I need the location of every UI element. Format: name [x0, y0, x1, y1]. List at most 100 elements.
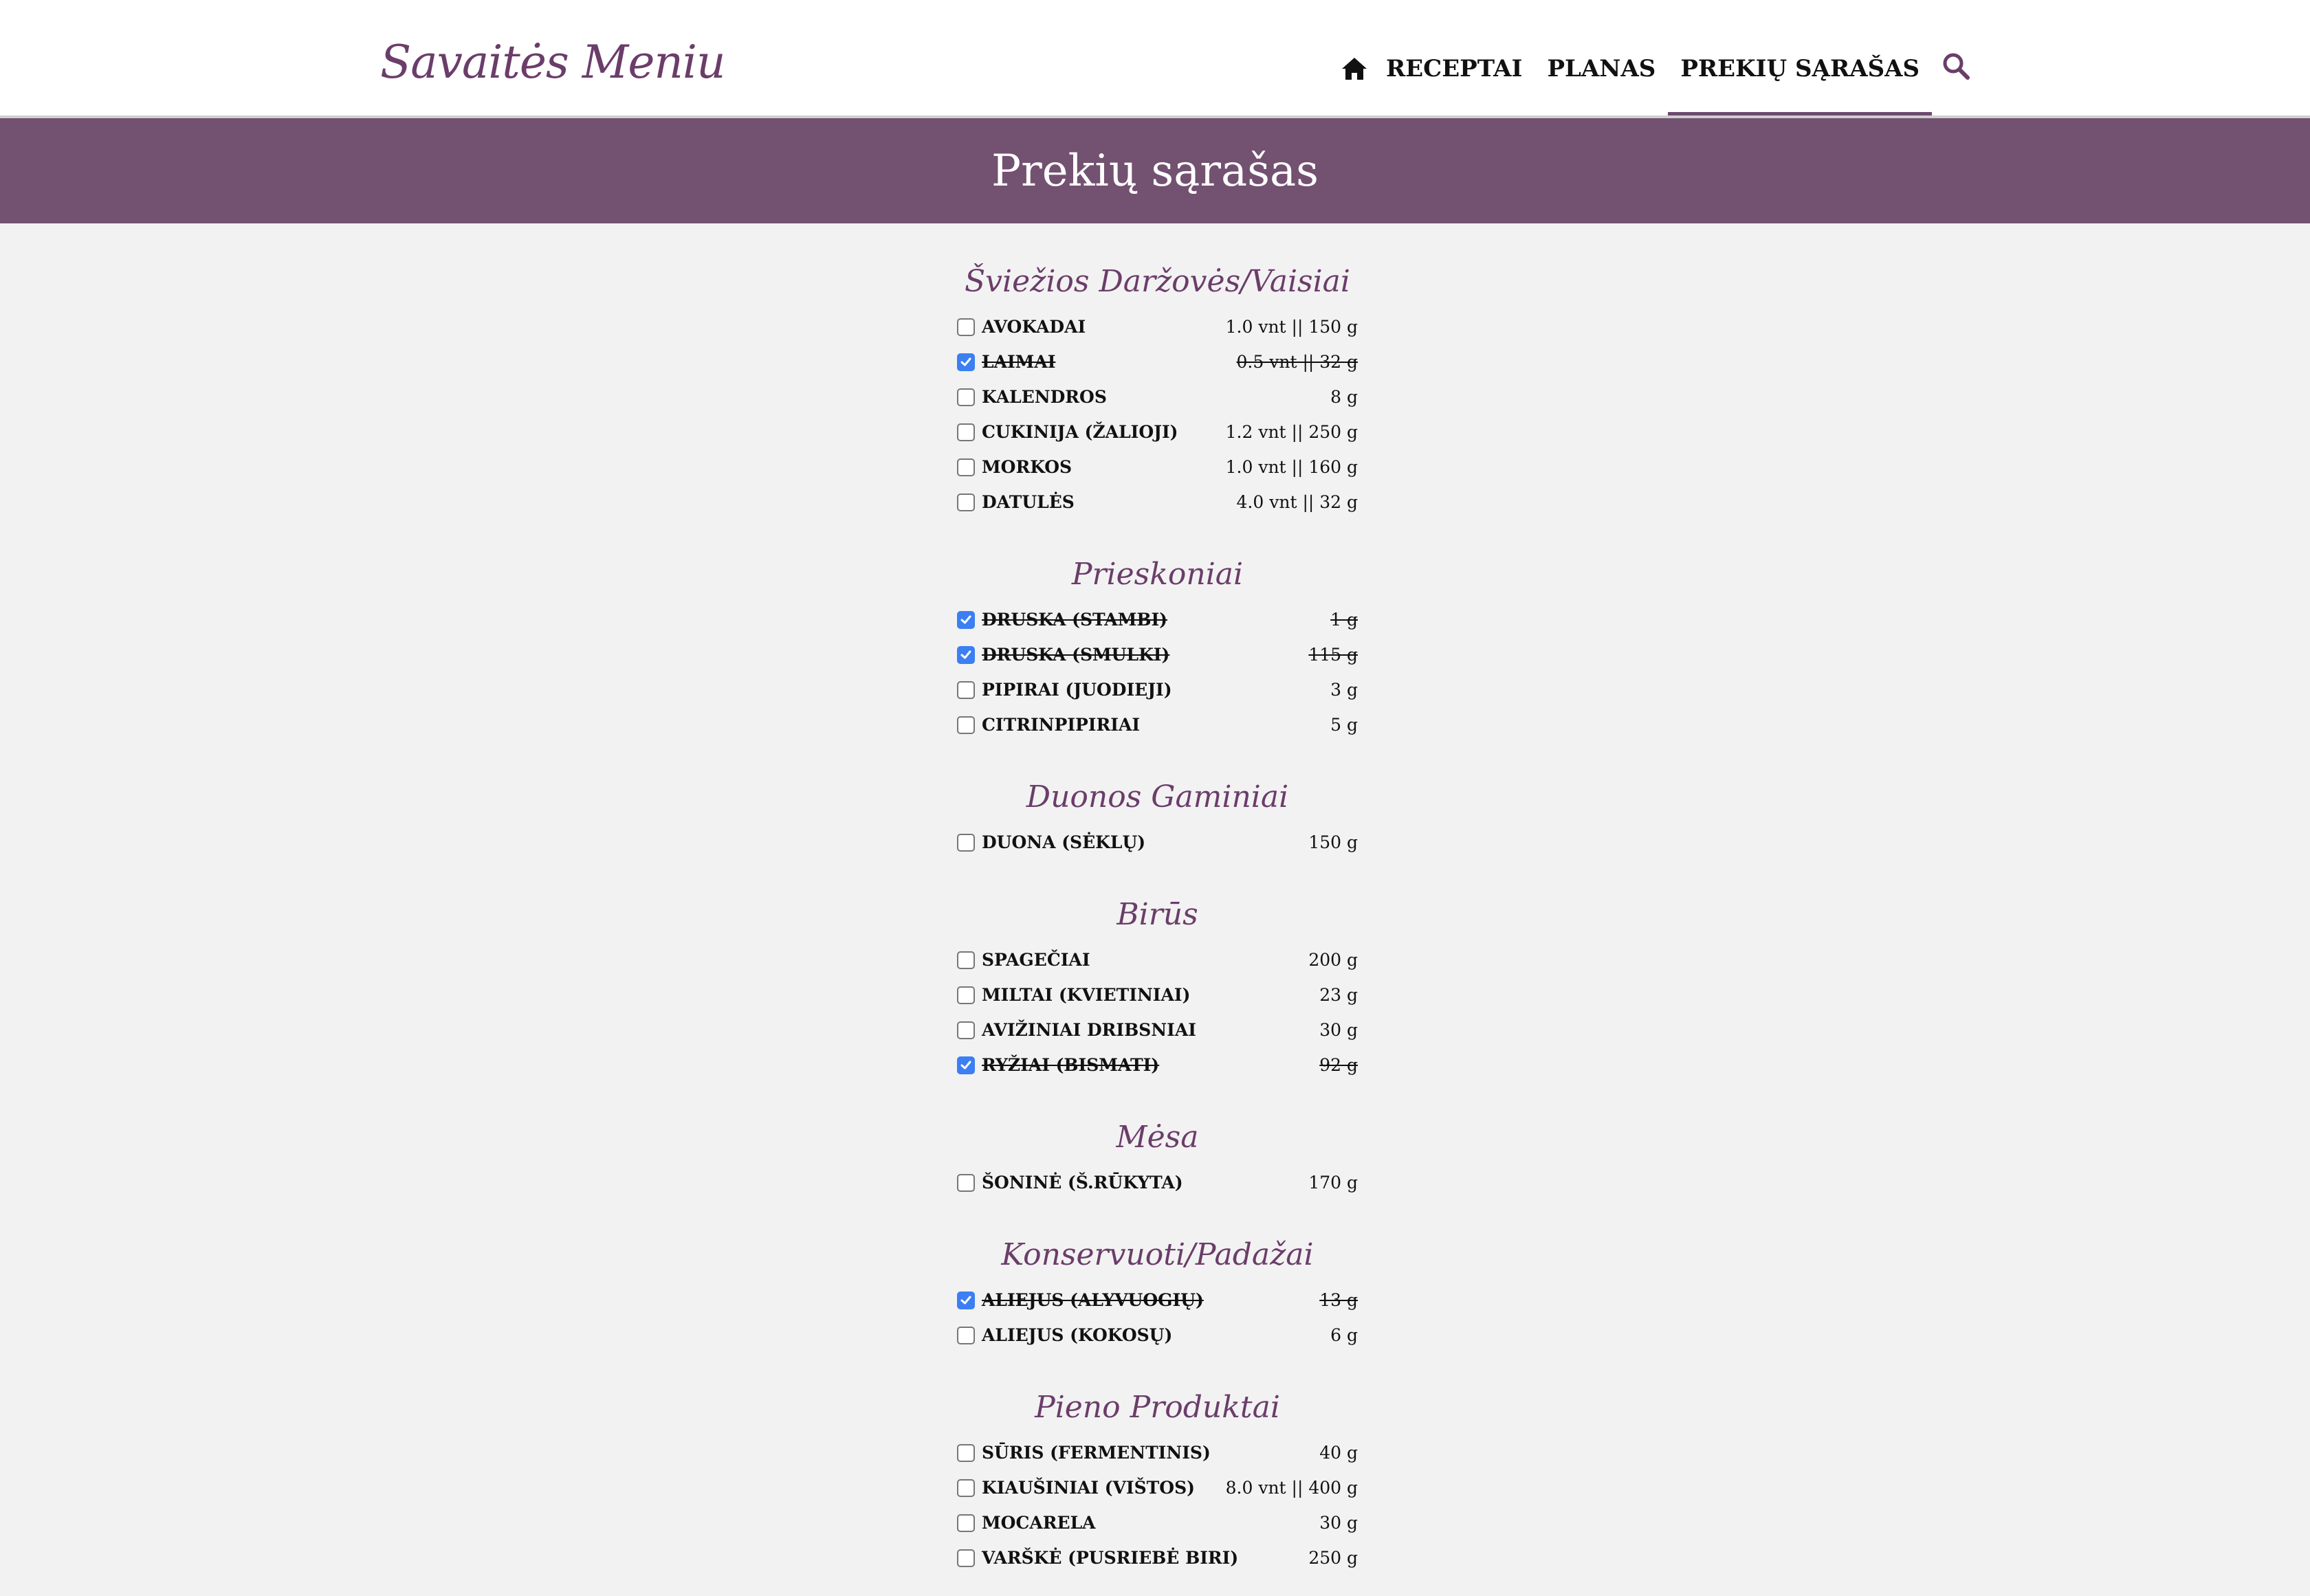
list-item: PIPIRAI (JUODIEJI) 3 g — [957, 672, 1358, 707]
item-checkbox[interactable] — [957, 833, 975, 852]
item-name[interactable]: AVOKADAI — [982, 317, 1226, 337]
item-name[interactable]: DUONA (SĖKLŲ) — [982, 832, 1308, 852]
item-checkbox[interactable] — [957, 645, 975, 664]
item-checkbox[interactable] — [957, 1326, 975, 1344]
item-quantity: 30 g — [1319, 1020, 1358, 1040]
item-checkbox[interactable] — [957, 1021, 975, 1039]
item-quantity: 30 g — [1319, 1513, 1358, 1533]
list-section: Pieno Produktai SŪRIS (FERMENTINIS) 40 g KI… — [957, 1373, 1358, 1575]
item-quantity: 5 g — [1330, 715, 1358, 735]
item-name[interactable]: CITRINPIPIRIAI — [982, 715, 1330, 735]
item-name[interactable]: ŠONINĖ (Š.RŪKYTA) — [982, 1173, 1308, 1193]
item-name[interactable]: DRUSKA (SMULKI) — [982, 645, 1308, 665]
list-item: SPAGEČIAI 200 g — [957, 942, 1358, 977]
item-quantity: 1.2 vnt || 250 g — [1225, 422, 1358, 442]
item-name[interactable]: SPAGEČIAI — [982, 950, 1308, 970]
item-quantity: 4.0 vnt || 32 g — [1236, 492, 1358, 512]
item-checkbox[interactable] — [957, 353, 975, 371]
item-name[interactable]: MILTAI (KVIETINIAI) — [982, 985, 1319, 1005]
list-section: Mėsa ŠONINĖ (Š.RŪKYTA) 170 g — [957, 1103, 1358, 1200]
item-checkbox[interactable] — [957, 458, 975, 476]
item-checkbox[interactable] — [957, 1443, 975, 1462]
item-quantity: 250 g — [1308, 1548, 1358, 1568]
item-name[interactable]: DRUSKA (STAMBI) — [982, 610, 1330, 630]
section-title: Birūs — [1116, 897, 1198, 932]
section-title: Konservuoti/Padažai — [1001, 1237, 1314, 1272]
section-title: Duonos Gaminiai — [1026, 779, 1289, 814]
section-title: Pieno Produktai — [1035, 1390, 1280, 1425]
list-item: MILTAI (KVIETINIAI) 23 g — [957, 977, 1358, 1012]
main-nav: RECEPTAI PLANAS PREKIŲ SĄRAŠAS — [1341, 0, 1972, 115]
item-checkbox[interactable] — [957, 318, 975, 336]
list-section: Prieskoniai DRUSKA (STAMBI) 1 g DRUSKA (SMU… — [957, 540, 1358, 742]
item-checkbox[interactable] — [957, 951, 975, 969]
list-item: ALIEJUS (KOKOSŲ) 6 g — [957, 1318, 1358, 1353]
nav-receptai[interactable]: RECEPTAI — [1386, 0, 1522, 115]
item-name[interactable]: VARŠKĖ (PUSRIEBĖ BIRI) — [982, 1548, 1308, 1568]
list-item: VARŠKĖ (PUSRIEBĖ BIRI) 250 g — [957, 1540, 1358, 1575]
section-title: Mėsa — [1116, 1120, 1199, 1155]
list-item: DRUSKA (STAMBI) 1 g — [957, 602, 1358, 637]
item-quantity: 92 g — [1319, 1055, 1358, 1075]
list-item: AVIŽINIAI DRIBSNIAI 30 g — [957, 1012, 1358, 1048]
shopping-list: Šviežios Daržovės/Vaisiai AVOKADAI 1.0 vnt… — [957, 247, 1358, 1596]
item-checkbox[interactable] — [957, 1549, 975, 1567]
list-item: DUONA (SĖKLŲ) 150 g — [957, 825, 1358, 860]
item-quantity: 1.0 vnt || 150 g — [1225, 317, 1358, 337]
item-checkbox[interactable] — [957, 680, 975, 699]
list-section: Konservuoti/Padažai ALIEJUS (ALYVUOGIŲ) 13… — [957, 1221, 1358, 1353]
item-checkbox[interactable] — [957, 610, 975, 629]
item-checkbox[interactable] — [957, 986, 975, 1004]
site-header: Savaitės Meniu RECEPTAI PLANAS PREKIŲ SĄ… — [0, 0, 2310, 118]
item-name[interactable]: MOCARELA — [982, 1513, 1319, 1533]
item-name[interactable]: CUKINIJA (ŽALIOJI) — [982, 422, 1226, 442]
item-checkbox[interactable] — [957, 423, 975, 441]
list-item: DRUSKA (SMULKI) 115 g — [957, 637, 1358, 672]
section-title: Prieskoniai — [1071, 557, 1244, 592]
list-item: RYŽIAI (BISMATI) 92 g — [957, 1048, 1358, 1083]
check-icon — [960, 1061, 971, 1069]
item-name[interactable]: SŪRIS (FERMENTINIS) — [982, 1443, 1319, 1463]
list-item: MORKOS 1.0 vnt || 160 g — [957, 450, 1358, 485]
list-item: CITRINPIPIRIAI 5 g — [957, 707, 1358, 742]
list-item: AVOKADAI 1.0 vnt || 150 g — [957, 309, 1358, 344]
site-logo[interactable]: Savaitės Meniu — [380, 36, 725, 89]
item-checkbox[interactable] — [957, 493, 975, 511]
check-icon — [960, 650, 971, 658]
check-icon — [960, 1296, 971, 1304]
item-name[interactable]: KALENDROS — [982, 387, 1330, 407]
nav-prekiu-sarasas[interactable]: PREKIŲ SĄRAŠAS — [1668, 0, 1932, 115]
item-checkbox[interactable] — [957, 716, 975, 734]
item-name[interactable]: LAIMAI — [982, 352, 1237, 372]
home-icon[interactable] — [1341, 0, 1368, 115]
item-checkbox[interactable] — [957, 1291, 975, 1309]
list-item: DATULĖS 4.0 vnt || 32 g — [957, 485, 1358, 520]
item-quantity: 8 g — [1330, 387, 1358, 407]
item-name[interactable]: PIPIRAI (JUODIEJI) — [982, 680, 1330, 700]
item-checkbox[interactable] — [957, 1056, 975, 1074]
list-item: CUKINIJA (ŽALIOJI) 1.2 vnt || 250 g — [957, 414, 1358, 450]
list-item: ŠONINĖ (Š.RŪKYTA) 170 g — [957, 1165, 1358, 1200]
item-checkbox[interactable] — [957, 1478, 975, 1497]
item-name[interactable]: KIAUŠINIAI (VIŠTOS) — [982, 1478, 1226, 1498]
item-quantity: 40 g — [1319, 1443, 1358, 1463]
item-quantity: 8.0 vnt || 400 g — [1225, 1478, 1358, 1498]
page-banner: Prekių sąrašas — [0, 118, 2310, 223]
list-item: KIAUŠINIAI (VIŠTOS) 8.0 vnt || 400 g — [957, 1470, 1358, 1505]
item-checkbox[interactable] — [957, 1514, 975, 1532]
item-quantity: 23 g — [1319, 985, 1358, 1005]
list-item: MOCARELA 30 g — [957, 1505, 1358, 1540]
item-name[interactable]: ALIEJUS (KOKOSŲ) — [982, 1325, 1330, 1345]
nav-planas[interactable]: PLANAS — [1547, 0, 1656, 115]
item-name[interactable]: RYŽIAI (BISMATI) — [982, 1055, 1319, 1075]
item-name[interactable]: MORKOS — [982, 457, 1226, 477]
search-icon[interactable] — [1942, 0, 1972, 115]
item-quantity: 170 g — [1308, 1173, 1358, 1193]
item-quantity: 3 g — [1330, 680, 1358, 700]
item-checkbox[interactable] — [957, 388, 975, 406]
item-name[interactable]: ALIEJUS (ALYVUOGIŲ) — [982, 1290, 1319, 1310]
item-name[interactable]: AVIŽINIAI DRIBSNIAI — [982, 1020, 1319, 1040]
item-name[interactable]: DATULĖS — [982, 492, 1237, 512]
item-checkbox[interactable] — [957, 1173, 975, 1192]
item-quantity: 0.5 vnt || 32 g — [1236, 352, 1358, 372]
